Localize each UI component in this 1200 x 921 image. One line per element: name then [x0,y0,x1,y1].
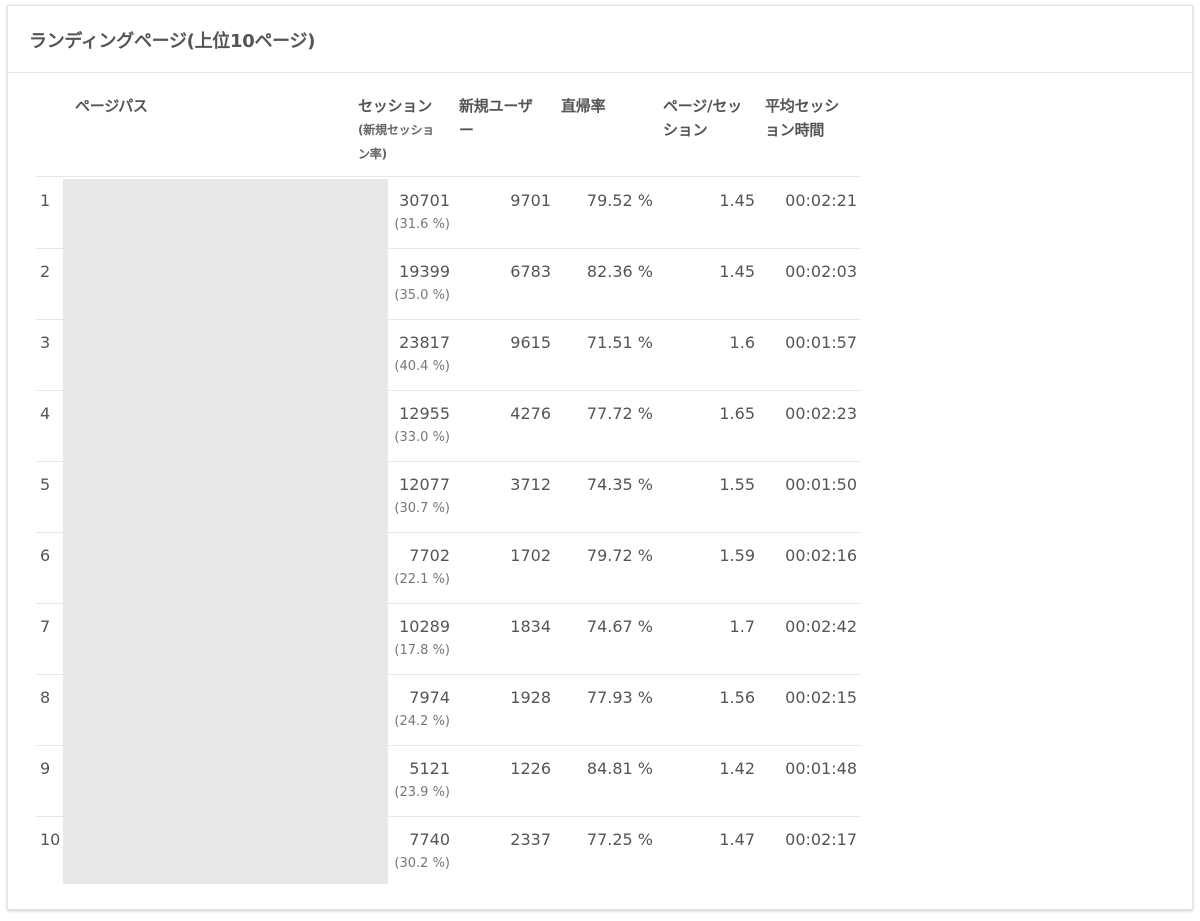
row-pages-per-session: 1.47 [719,830,755,849]
header-bounce-rate[interactable]: 直帰率 [561,94,606,118]
row-pages-per-session: 1.6 [729,333,755,352]
row-pages-per-session: 1.45 [719,262,755,281]
row-new-users: 9701 [510,191,551,210]
row-avg-duration: 00:01:48 [785,759,857,778]
row-new-users: 9615 [510,333,551,352]
row-index: 6 [40,546,51,565]
row-pages-per-session: 1.56 [719,688,755,707]
header-new-users-line-1: 新規ユーザ [459,97,533,115]
row-new-users: 3712 [510,475,551,494]
row-sessions: 23817 [399,333,450,352]
row-pages-per-session: 1.65 [719,404,755,423]
row-pages-per-session: 1.45 [719,191,755,210]
header-new-users[interactable]: 新規ユーザ ー [459,94,555,142]
row-bounce-rate: 77.25 % [586,830,653,849]
row-index: 3 [40,333,51,352]
row-index: 2 [40,262,51,281]
row-sessions: 12077 [399,475,450,494]
panel-header: ランディングページ(上位10ページ) [8,6,1192,73]
row-index: 9 [40,759,51,778]
row-bounce-rate: 84.81 % [586,759,653,778]
row-index: 7 [40,617,51,636]
row-index: 10 [40,830,61,849]
row-bounce-rate: 79.52 % [586,191,653,210]
row-new-users: 1928 [510,688,551,707]
row-new-session-rate: (33.0 %) [394,430,450,445]
row-sessions: 7974 [409,688,450,707]
header-avg-duration[interactable]: 平均セッシ ョン時間 [765,94,861,142]
row-avg-duration: 00:02:21 [785,191,857,210]
header-sessions[interactable]: セッション (新規セッショ ン率) [358,94,458,166]
panel-title: ランディングページ(上位10ページ) [29,31,316,52]
row-new-users: 6783 [510,262,551,281]
header-divider [36,176,861,177]
row-new-session-rate: (35.0 %) [394,288,450,303]
row-avg-duration: 00:02:23 [785,404,857,423]
row-new-users: 1226 [510,759,551,778]
row-sessions: 19399 [399,262,450,281]
header-avg-duration-line-1: 平均セッシ [765,97,840,115]
row-avg-duration: 00:02:15 [785,688,857,707]
row-avg-duration: 00:01:50 [785,475,857,494]
header-pages-per-session-line-2: ション [663,121,708,139]
row-new-users: 2337 [510,830,551,849]
row-index: 8 [40,688,51,707]
header-sessions-sub-1: (新規セッショ [358,123,435,137]
header-avg-duration-line-2: ョン時間 [765,121,825,139]
row-pages-per-session: 1.59 [719,546,755,565]
header-pages-per-session[interactable]: ページ/セッ ション [663,94,759,142]
header-sessions-sub-2: ン率) [358,147,387,161]
row-pages-per-session: 1.55 [719,475,755,494]
row-avg-duration: 00:01:57 [785,333,857,352]
row-new-session-rate: (22.1 %) [394,572,450,587]
row-new-session-rate: (17.8 %) [394,643,450,658]
row-new-session-rate: (23.9 %) [394,785,450,800]
row-index: 5 [40,475,51,494]
row-sessions: 7702 [409,546,450,565]
row-index: 4 [40,404,51,423]
row-pages-per-session: 1.42 [719,759,755,778]
header-new-users-line-2: ー [459,121,474,139]
row-avg-duration: 00:02:42 [785,617,857,636]
header-sessions-label: セッション [358,97,433,115]
row-new-session-rate: (30.7 %) [394,501,450,516]
row-bounce-rate: 77.93 % [586,688,653,707]
landing-pages-panel: ランディングページ(上位10ページ) ページパス セッション (新規セッショ ン… [7,5,1193,910]
row-sessions: 7740 [409,830,450,849]
row-new-users: 4276 [510,404,551,423]
row-new-session-rate: (40.4 %) [394,359,450,374]
row-new-session-rate: (30.2 %) [394,856,450,871]
header-pages-per-session-line-1: ページ/セッ [663,97,742,115]
row-sessions: 30701 [399,191,450,210]
row-bounce-rate: 71.51 % [586,333,653,352]
row-new-session-rate: (24.2 %) [394,714,450,729]
row-bounce-rate: 77.72 % [586,404,653,423]
header-page-path[interactable]: ページパス [75,94,148,118]
row-pages-per-session: 1.7 [729,617,755,636]
row-bounce-rate: 79.72 % [586,546,653,565]
row-sessions: 10289 [399,617,450,636]
row-avg-duration: 00:02:03 [785,262,857,281]
row-new-users: 1702 [510,546,551,565]
row-sessions: 5121 [409,759,450,778]
row-index: 1 [40,191,51,210]
row-avg-duration: 00:02:16 [785,546,857,565]
row-sessions: 12955 [399,404,450,423]
row-bounce-rate: 74.67 % [586,617,653,636]
page-path-redaction [63,179,388,884]
row-bounce-rate: 74.35 % [586,475,653,494]
row-new-users: 1834 [510,617,551,636]
row-avg-duration: 00:02:17 [785,830,857,849]
row-new-session-rate: (31.6 %) [394,217,450,232]
row-bounce-rate: 82.36 % [586,262,653,281]
